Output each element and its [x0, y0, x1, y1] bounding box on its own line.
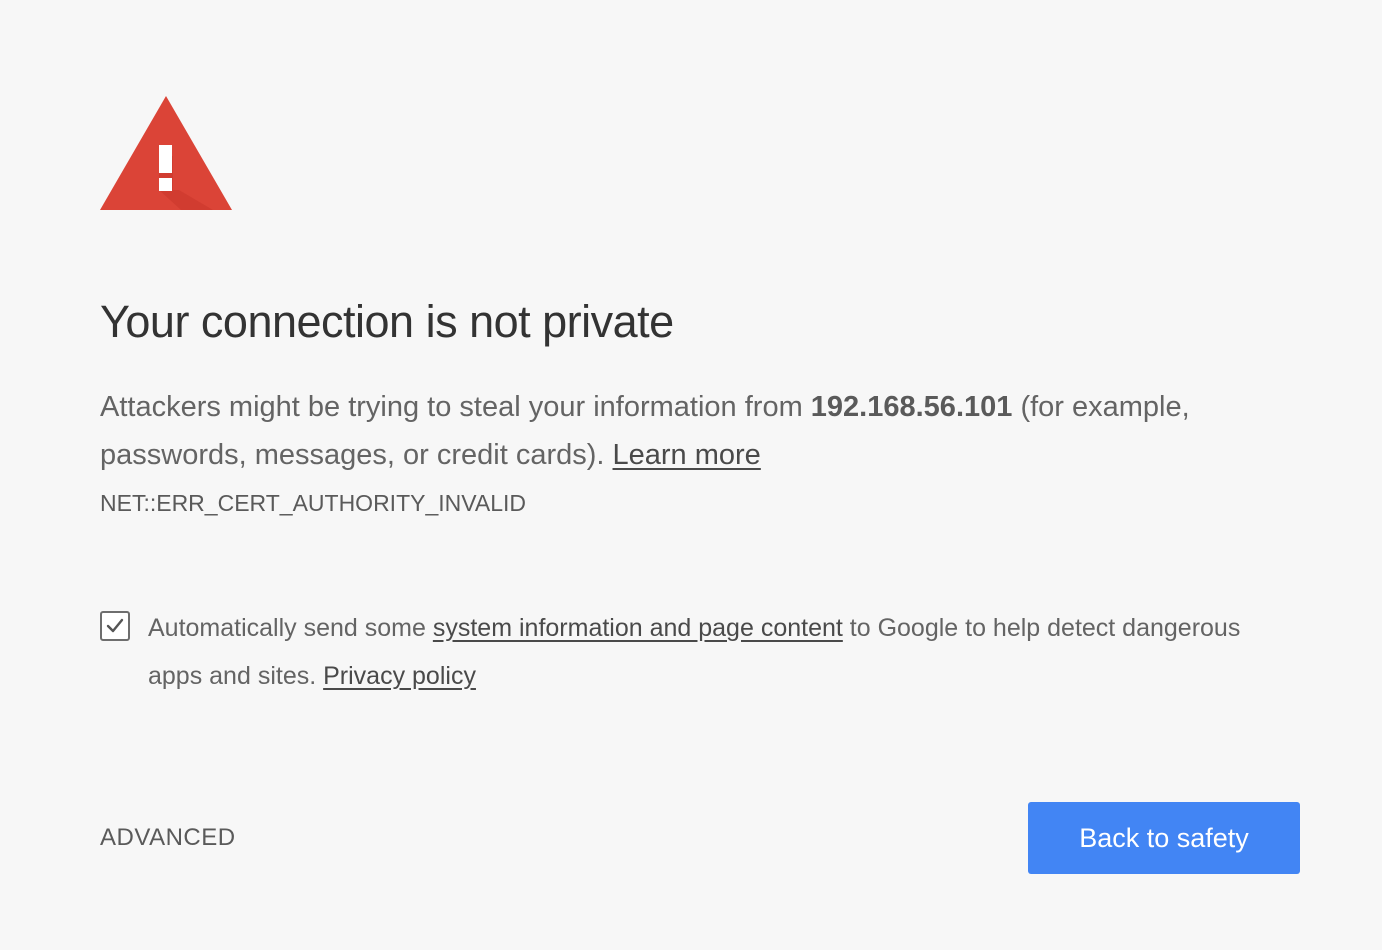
reporting-text-before: Automatically send some	[148, 614, 433, 642]
warning-triangle-icon	[100, 96, 232, 210]
reporting-label: Automatically send some system informati…	[148, 604, 1280, 700]
page-title: Your connection is not private	[100, 296, 674, 347]
learn-more-link[interactable]: Learn more	[613, 439, 761, 471]
checkmark-icon	[106, 618, 124, 633]
system-information-link[interactable]: system information and page content	[433, 614, 843, 642]
advanced-button[interactable]: ADVANCED	[100, 818, 236, 858]
interstitial-page: Your connection is not private Attackers…	[0, 0, 1382, 950]
reporting-checkbox[interactable]	[100, 611, 130, 641]
privacy-policy-link[interactable]: Privacy policy	[323, 662, 476, 690]
explanation-text-before: Attackers might be trying to steal your …	[100, 391, 811, 423]
back-to-safety-button[interactable]: Back to safety	[1028, 802, 1300, 874]
error-code: NET::ERR_CERT_AUTHORITY_INVALID	[100, 490, 527, 516]
explanation-text: Attackers might be trying to steal your …	[100, 383, 1280, 479]
host-name: 192.168.56.101	[810, 391, 1013, 423]
